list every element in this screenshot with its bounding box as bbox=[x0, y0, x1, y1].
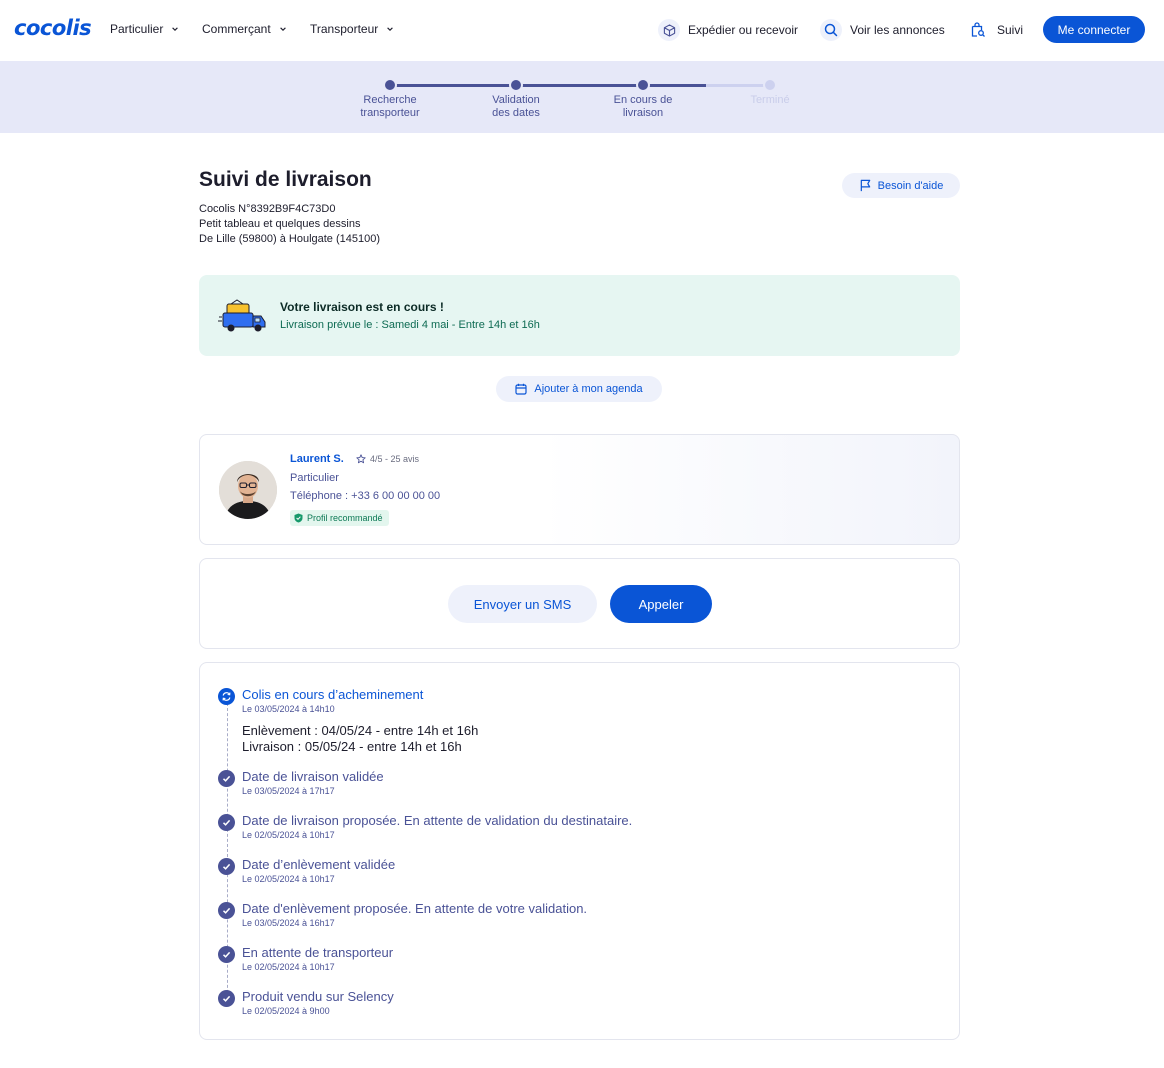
nav-transporteur[interactable]: Transporteur bbox=[310, 22, 394, 36]
timeline-title: Date de livraison validée bbox=[242, 769, 384, 784]
timeline-title: Colis en cours d’acheminement bbox=[242, 687, 424, 702]
chevron-down-icon bbox=[279, 27, 286, 31]
delivery-truck-icon bbox=[218, 299, 266, 332]
nav-transporteur-label: Transporteur bbox=[310, 22, 379, 36]
check-circle-icon bbox=[218, 858, 235, 875]
timeline-date: Le 02/05/2024 à 10h17 bbox=[242, 874, 335, 884]
chevron-down-icon bbox=[387, 27, 394, 31]
carrier-card: Laurent S. 4/5 - 25 avis Particulier Tél… bbox=[199, 434, 960, 545]
check-circle-icon bbox=[218, 770, 235, 787]
tracking-link[interactable]: Suivi bbox=[967, 18, 1023, 42]
timeline-date: Le 02/05/2024 à 10h17 bbox=[242, 962, 335, 972]
contact-actions-card: Envoyer un SMS Appeler bbox=[199, 558, 960, 649]
timeline-date: Le 02/05/2024 à 9h00 bbox=[242, 1006, 330, 1016]
timeline-pickup-detail: Enlèvement : 04/05/24 - entre 14h et 16h bbox=[242, 723, 479, 738]
timeline-title: Date de livraison proposée. En attente d… bbox=[242, 813, 633, 828]
check-circle-icon bbox=[218, 902, 235, 919]
timeline-title: Date d’enlèvement validée bbox=[242, 857, 396, 872]
stepper-track-done bbox=[390, 84, 706, 87]
timeline-delivery-detail: Livraison : 05/05/24 - entre 14h et 16h bbox=[242, 739, 462, 754]
step-dot-search bbox=[383, 78, 397, 92]
step-label-finished: Terminé bbox=[750, 94, 790, 106]
cocolis-logo[interactable]: cocolis bbox=[14, 16, 92, 40]
ship-or-receive-link[interactable]: Expédier ou recevoir bbox=[658, 18, 798, 42]
login-button[interactable]: Me connecter bbox=[1043, 16, 1145, 43]
check-circle-icon bbox=[218, 814, 235, 831]
progress-stepper: Recherche transporteur Validation des da… bbox=[0, 61, 1164, 133]
nav-commercant-label: Commerçant bbox=[202, 22, 271, 36]
nav-particulier[interactable]: Particulier bbox=[110, 22, 179, 36]
calendar-icon bbox=[515, 383, 527, 395]
step-label-in-delivery: En cours de livraison bbox=[613, 94, 673, 119]
chevron-down-icon bbox=[172, 27, 179, 31]
ship-or-receive-label: Expédier ou recevoir bbox=[688, 23, 799, 37]
view-listings-label: Voir les annonces bbox=[850, 23, 945, 37]
step-label-validation: Validation des dates bbox=[492, 94, 540, 119]
stepper-track-pending bbox=[706, 84, 770, 87]
help-button-label: Besoin d'aide bbox=[877, 179, 944, 192]
carrier-phone: Téléphone : +33 6 00 00 00 00 bbox=[290, 490, 441, 502]
nav-commercant[interactable]: Commerçant bbox=[202, 22, 287, 36]
timeline-date: Le 03/05/2024 à 17h17 bbox=[242, 786, 335, 796]
step-dot-validation bbox=[509, 78, 523, 92]
nav-particulier-label: Particulier bbox=[110, 22, 164, 36]
timeline-date: Le 03/05/2024 à 14h10 bbox=[242, 704, 335, 714]
timeline-date: Le 03/05/2024 à 16h17 bbox=[242, 918, 335, 928]
recommended-profile-label: Profil recommandé bbox=[307, 513, 383, 523]
search-icon bbox=[820, 19, 842, 41]
recommended-profile-badge: Profil recommandé bbox=[290, 510, 389, 526]
add-to-calendar-button[interactable]: Ajouter à mon agenda bbox=[496, 376, 662, 402]
top-navigation: cocolis Particulier Commerçant Transport… bbox=[0, 0, 1164, 60]
delivery-route: De Lille (59800) à Houlgate (145100) bbox=[199, 233, 381, 245]
add-to-calendar-label: Ajouter à mon agenda bbox=[534, 383, 643, 395]
shield-check-icon bbox=[294, 513, 303, 523]
timeline-date: Le 02/05/2024 à 10h17 bbox=[242, 830, 335, 840]
call-button[interactable]: Appeler bbox=[610, 585, 712, 623]
package-icon bbox=[658, 19, 680, 41]
timeline-title: Date d'enlèvement proposée. En attente d… bbox=[242, 901, 588, 916]
carrier-type: Particulier bbox=[290, 472, 339, 484]
delivery-timeline-card: Colis en cours d’acheminement Le 03/05/2… bbox=[199, 662, 960, 1040]
step-dot-in-delivery bbox=[636, 78, 650, 92]
banner-title: Votre livraison est en cours ! bbox=[280, 300, 444, 314]
delivery-reference: Cocolis N°8392B9F4C73D0 bbox=[199, 203, 336, 215]
step-label-search: Recherche transporteur bbox=[360, 94, 420, 119]
carrier-rating: 4/5 - 25 avis bbox=[356, 454, 419, 464]
view-listings-link[interactable]: Voir les annonces bbox=[820, 18, 945, 42]
check-circle-icon bbox=[218, 990, 235, 1007]
step-dot-finished bbox=[763, 78, 777, 92]
delivery-status-banner: Votre livraison est en cours ! Livraison… bbox=[199, 275, 960, 356]
send-sms-button[interactable]: Envoyer un SMS bbox=[448, 585, 597, 623]
carrier-name[interactable]: Laurent S. bbox=[290, 453, 344, 465]
check-circle-icon bbox=[218, 946, 235, 963]
help-button[interactable]: Besoin d'aide bbox=[842, 173, 960, 198]
timeline-title: En attente de transporteur bbox=[242, 945, 394, 960]
tracking-label: Suivi bbox=[997, 23, 1024, 37]
shopping-bag-search-icon bbox=[967, 19, 989, 41]
timeline-title: Produit vendu sur Selency bbox=[242, 989, 394, 1004]
star-icon bbox=[356, 454, 366, 464]
page-title: Suivi de livraison bbox=[199, 168, 372, 191]
in-transit-icon bbox=[218, 688, 235, 705]
banner-expected-date: Livraison prévue le : Samedi 4 mai - Ent… bbox=[280, 319, 540, 331]
carrier-avatar bbox=[219, 461, 277, 519]
flag-icon bbox=[860, 179, 870, 192]
delivery-description: Petit tableau et quelques dessins bbox=[199, 218, 361, 230]
carrier-rating-text: 4/5 - 25 avis bbox=[370, 454, 420, 464]
